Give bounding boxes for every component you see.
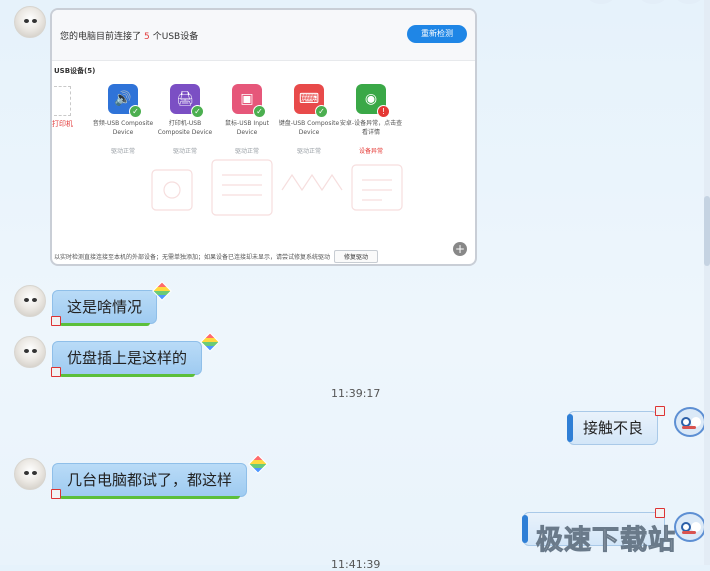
screenshot-footer: 以实时检测直接连接至本机的外部设备；无需单独添加；如果设备已连接却未显示，请尝试…	[54, 250, 379, 263]
repair-driver-button[interactable]: 修复驱动	[334, 250, 379, 263]
message-bubble[interactable]: 几台电脑都试了，都这样	[52, 463, 248, 499]
message-timestamp: 11:39:17	[331, 387, 381, 400]
screenshot-image-message[interactable]: 您的电脑目前连接了 5 个USB设备 重新检测 USB设备(5) 打印机 🔊 ✓ 音频-…	[50, 8, 477, 266]
usb-device-icon: ▣ ✓	[232, 84, 266, 118]
usb-device-item[interactable]: ◉! 安卓-设备异常，点击查看详情 设备异常	[338, 84, 404, 155]
recheck-button[interactable]: 重新检测	[407, 25, 467, 43]
check-badge-icon: ✓	[253, 105, 266, 118]
usb-count-title: 您的电脑目前连接了 5 个USB设备	[60, 29, 198, 42]
self-avatar[interactable]	[674, 407, 706, 437]
top-ghost-shape	[676, 0, 702, 4]
background-illustration	[151, 159, 403, 216]
usb-device-icon: 🔊 ✓	[108, 84, 142, 118]
usb-device-name: 键盘-USB Composite Device	[278, 120, 340, 136]
bubble-corner-icon	[655, 508, 665, 518]
message-bubble[interactable]: 这是啥情况	[52, 290, 158, 326]
check-badge-icon: ✓	[315, 105, 328, 118]
bubble-kite-decoration-icon	[248, 454, 268, 474]
usb-device-name: 音频-USB Composite Device	[92, 120, 154, 136]
self-avatar[interactable]	[674, 512, 706, 542]
bubble-corner-icon	[51, 367, 61, 377]
user-avatar[interactable]	[14, 6, 46, 38]
device-count: 5	[144, 32, 150, 42]
footer-text: 以实时检测直接连接至本机的外部设备；无需单独添加；如果设备已连接却未显示，请尝试…	[54, 254, 331, 261]
usb-device-icon: ⌨ ✓	[294, 84, 328, 118]
bubble-corner-icon	[51, 489, 61, 499]
usb-device-name: 鼠标-USB Input Device	[225, 120, 269, 136]
check-badge-icon: ✓	[191, 105, 204, 118]
bubble-kite-decoration-icon	[200, 332, 220, 352]
bubble-corner-icon	[655, 406, 665, 416]
bubble-corner-icon	[51, 316, 61, 326]
top-ghost-shape	[640, 0, 666, 4]
user-avatar[interactable]	[14, 336, 46, 368]
partial-device-icon	[54, 86, 71, 116]
expand-plus-icon[interactable]: +	[453, 242, 467, 256]
usb-device-item[interactable]: ⌨ ✓ 键盘-USB Composite Device 驱动正常	[276, 84, 342, 155]
screenshot-header: 您的电脑目前连接了 5 个USB设备 重新检测	[52, 10, 475, 61]
chat-scrollbar[interactable]	[704, 0, 710, 565]
reply-bubble[interactable]: 接触不良	[566, 411, 659, 445]
top-ghost-shape	[588, 0, 614, 4]
error-badge-icon: !	[377, 105, 390, 118]
message-bubble[interactable]: 优盘插上是这样的	[52, 341, 203, 377]
site-watermark: 极速下载站	[536, 525, 676, 557]
usb-tool-screenshot: 您的电脑目前连接了 5 个USB设备 重新检测 USB设备(5) 打印机 🔊 ✓ 音频-…	[52, 10, 475, 264]
usb-device-icon: ◉!	[356, 84, 390, 118]
usb-device-item[interactable]: 🔊 ✓ 音频-USB Composite Device 驱动正常	[90, 84, 156, 155]
title-prefix: 您的电脑目前连接了	[60, 32, 142, 42]
usb-section-label: USB设备(5)	[54, 67, 96, 75]
usb-device-item[interactable]: 🖨 ✓ 打印机-USB Composite Device 驱动正常	[152, 84, 218, 155]
partial-device-label: 打印机	[52, 120, 73, 128]
usb-device-name: 安卓-设备异常，点击查看详情	[339, 120, 403, 136]
user-avatar[interactable]	[14, 285, 46, 317]
user-avatar[interactable]	[14, 458, 46, 490]
usb-device-icon: 🖨 ✓	[170, 84, 204, 118]
title-suffix: 个USB设备	[152, 32, 199, 42]
usb-device-item[interactable]: ▣ ✓ 鼠标-USB Input Device 驱动正常	[214, 84, 280, 155]
check-badge-icon: ✓	[129, 105, 142, 118]
scrollbar-thumb[interactable]	[704, 196, 710, 266]
usb-device-name: 打印机-USB Composite Device	[157, 120, 213, 136]
